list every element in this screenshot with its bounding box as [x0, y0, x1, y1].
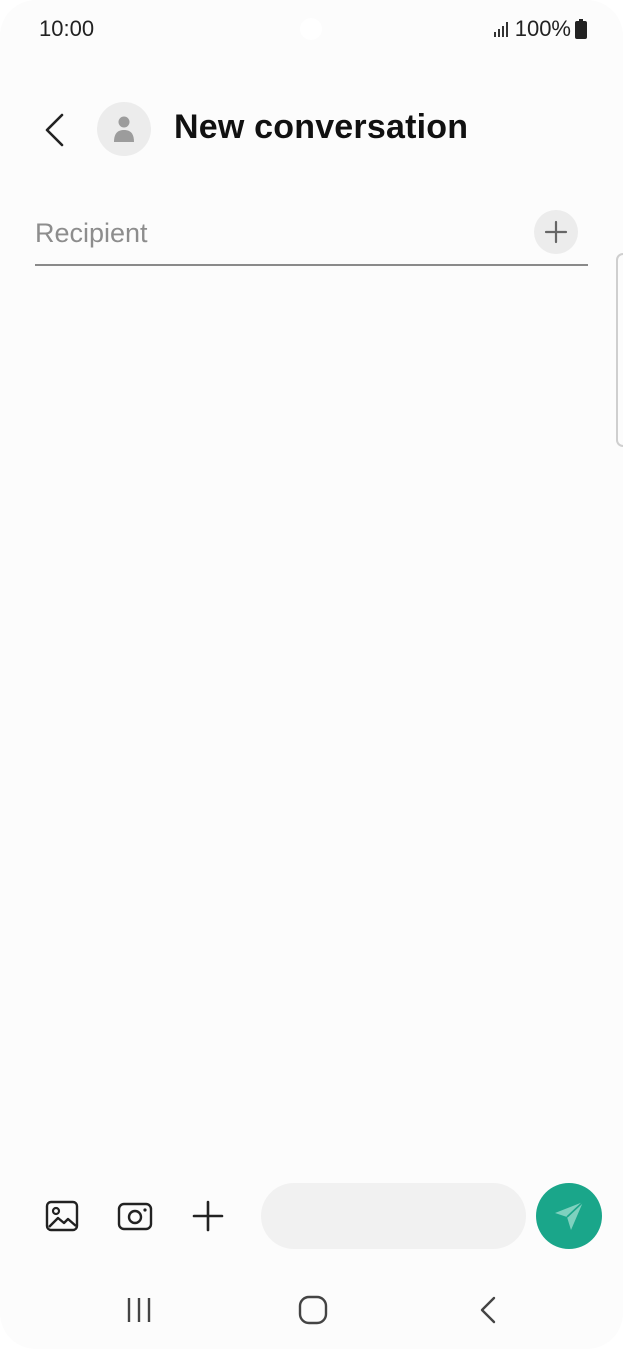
send-icon — [555, 1201, 584, 1230]
avatar[interactable] — [97, 102, 151, 156]
gallery-button[interactable] — [40, 1194, 84, 1238]
phone-screen: 10:00 100% New conversation — [0, 0, 623, 1349]
home-icon — [298, 1295, 328, 1325]
status-right: 100% — [493, 16, 587, 42]
camera-button[interactable] — [113, 1194, 157, 1238]
recipient-row — [35, 205, 588, 266]
plus-icon — [192, 1200, 224, 1232]
edge-panel-handle[interactable] — [616, 253, 623, 447]
back-button[interactable] — [36, 108, 72, 152]
compose-bar — [0, 1180, 623, 1252]
recipient-input[interactable] — [35, 213, 515, 253]
battery-percent: 100% — [514, 16, 571, 41]
chevron-left-icon — [45, 113, 64, 147]
home-button[interactable] — [288, 1288, 338, 1332]
battery-icon — [575, 19, 587, 39]
plus-icon — [544, 220, 568, 244]
navigation-bar — [0, 1280, 623, 1340]
camera-icon — [117, 1202, 153, 1231]
person-icon — [114, 116, 134, 142]
gallery-icon — [45, 1200, 79, 1232]
back-icon — [480, 1296, 496, 1324]
status-bar: 10:00 100% — [0, 0, 623, 58]
message-input[interactable] — [261, 1183, 526, 1249]
front-camera — [300, 18, 322, 40]
status-time: 10:00 — [39, 16, 95, 41]
system-back-button[interactable] — [463, 1288, 513, 1332]
send-button[interactable] — [536, 1183, 602, 1249]
recent-apps-button[interactable] — [114, 1288, 164, 1332]
signal-icon — [493, 22, 508, 37]
attach-more-button[interactable] — [186, 1194, 230, 1238]
add-recipient-button[interactable] — [534, 210, 578, 254]
page-title: New conversation — [174, 108, 469, 146]
recent-apps-icon — [127, 1298, 151, 1322]
